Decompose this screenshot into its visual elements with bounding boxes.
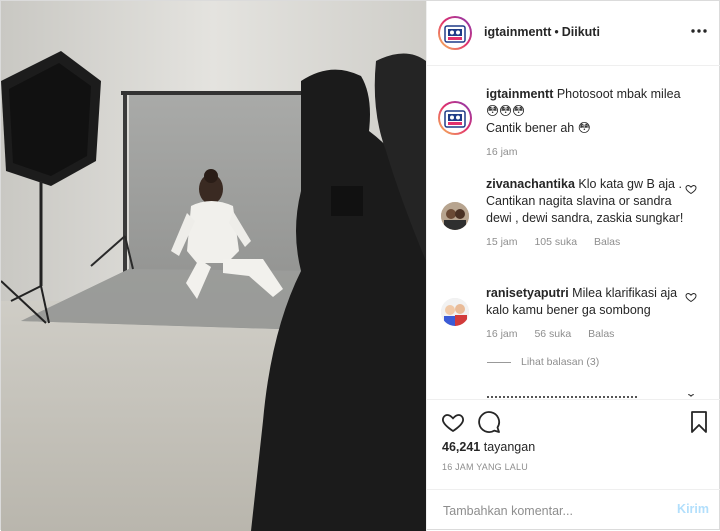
comment-username[interactable]: ranisetyaputri [486,286,569,300]
comment-meta: 15 jam 105 suka Balas [486,236,691,248]
comments-list[interactable]: igtainmentt Photosoot mbak milea 😳😳😳 Can… [427,66,720,399]
caption-meta: 16 jam [486,146,701,158]
add-comment-bar: Kirim [427,489,720,531]
heart-icon[interactable] [685,291,697,303]
views-number: 46,241 [442,440,481,454]
comment-icon[interactable] [477,410,501,434]
post-timestamp[interactable]: 16 JAM YANG LALU [442,462,528,472]
comment-likes[interactable]: 56 suka [534,328,571,340]
view-replies-label: Lihat balasan (3) [521,356,600,368]
comment-likes[interactable]: 105 suka [534,236,577,248]
views-count[interactable]: 46,241 tayangan [442,440,535,454]
photoshoot-video-frame [1,1,426,531]
post-comment-button[interactable]: Kirim [677,502,709,516]
post-media[interactable] [1,1,426,531]
comment-username[interactable]: zivanachantika [486,177,575,191]
caption-text: Photosoot mbak milea [556,87,681,101]
user-photo-icon [441,298,469,326]
more-horizontal-icon[interactable] [689,23,709,39]
comment-time[interactable]: 15 jam [486,236,518,248]
reply-button[interactable]: Balas [594,236,620,248]
comment-body: ranisetyaputri Milea klarifikasi aja kal… [486,285,691,319]
post-actions: 46,241 tayangan 16 JAM YANG LALU [427,399,720,490]
heart-icon[interactable] [441,410,465,434]
header-username[interactable]: igtainmentt [484,25,551,39]
caption-avatar[interactable] [438,101,472,135]
post-side-panel: igtainmentt • Diikuti igtainmentt Photos… [426,1,720,531]
avatar[interactable] [438,16,472,50]
post-header: igtainmentt • Diikuti [427,1,720,66]
comment-input[interactable] [441,500,655,522]
reply-button[interactable]: Balas [588,328,614,340]
comment: ranisetyaputri Milea klarifikasi aja kal… [486,285,691,340]
comment: zivanachantika Klo kata gw B aja . Canti… [486,176,691,248]
avatar-image [440,18,470,48]
bookmark-icon[interactable] [689,410,709,434]
comment-avatar[interactable] [441,202,469,230]
caption-avatar-image [440,103,470,133]
user-photo-icon [441,202,469,230]
views-label: tayangan [483,440,536,454]
igtainment-logo-icon [444,25,466,43]
caption-username[interactable]: igtainmentt [486,87,553,101]
caption-line-1: igtainmentt Photosoot mbak milea [486,86,701,103]
comment-body: zivanachantika Klo kata gw B aja . Canti… [486,176,691,227]
view-replies-button[interactable]: Lihat balasan (3) [487,356,599,368]
caption-time[interactable]: 16 jam [486,146,518,158]
follow-status-button[interactable]: Diikuti [562,25,600,39]
caption-line-3: Cantik bener ah 😳 [486,121,591,135]
replies-divider [487,361,511,363]
header-user-line: igtainmentt • Diikuti [484,25,600,39]
caption-avatar-wrap [438,101,472,135]
comment-time[interactable]: 16 jam [486,328,518,340]
igtainment-logo-icon [444,110,466,128]
header-separator: • [554,25,559,39]
comment-meta: 16 jam 56 suka Balas [486,328,691,340]
next-comment-partial [487,391,637,399]
heart-icon[interactable] [685,391,697,399]
caption: igtainmentt Photosoot mbak milea 😳😳😳 Can… [486,86,701,158]
instagram-post: igtainmentt • Diikuti igtainmentt Photos… [0,0,720,531]
caption-line-2: 😳😳😳 [486,104,526,118]
comment-avatar[interactable] [441,298,469,326]
heart-icon[interactable] [685,183,697,195]
